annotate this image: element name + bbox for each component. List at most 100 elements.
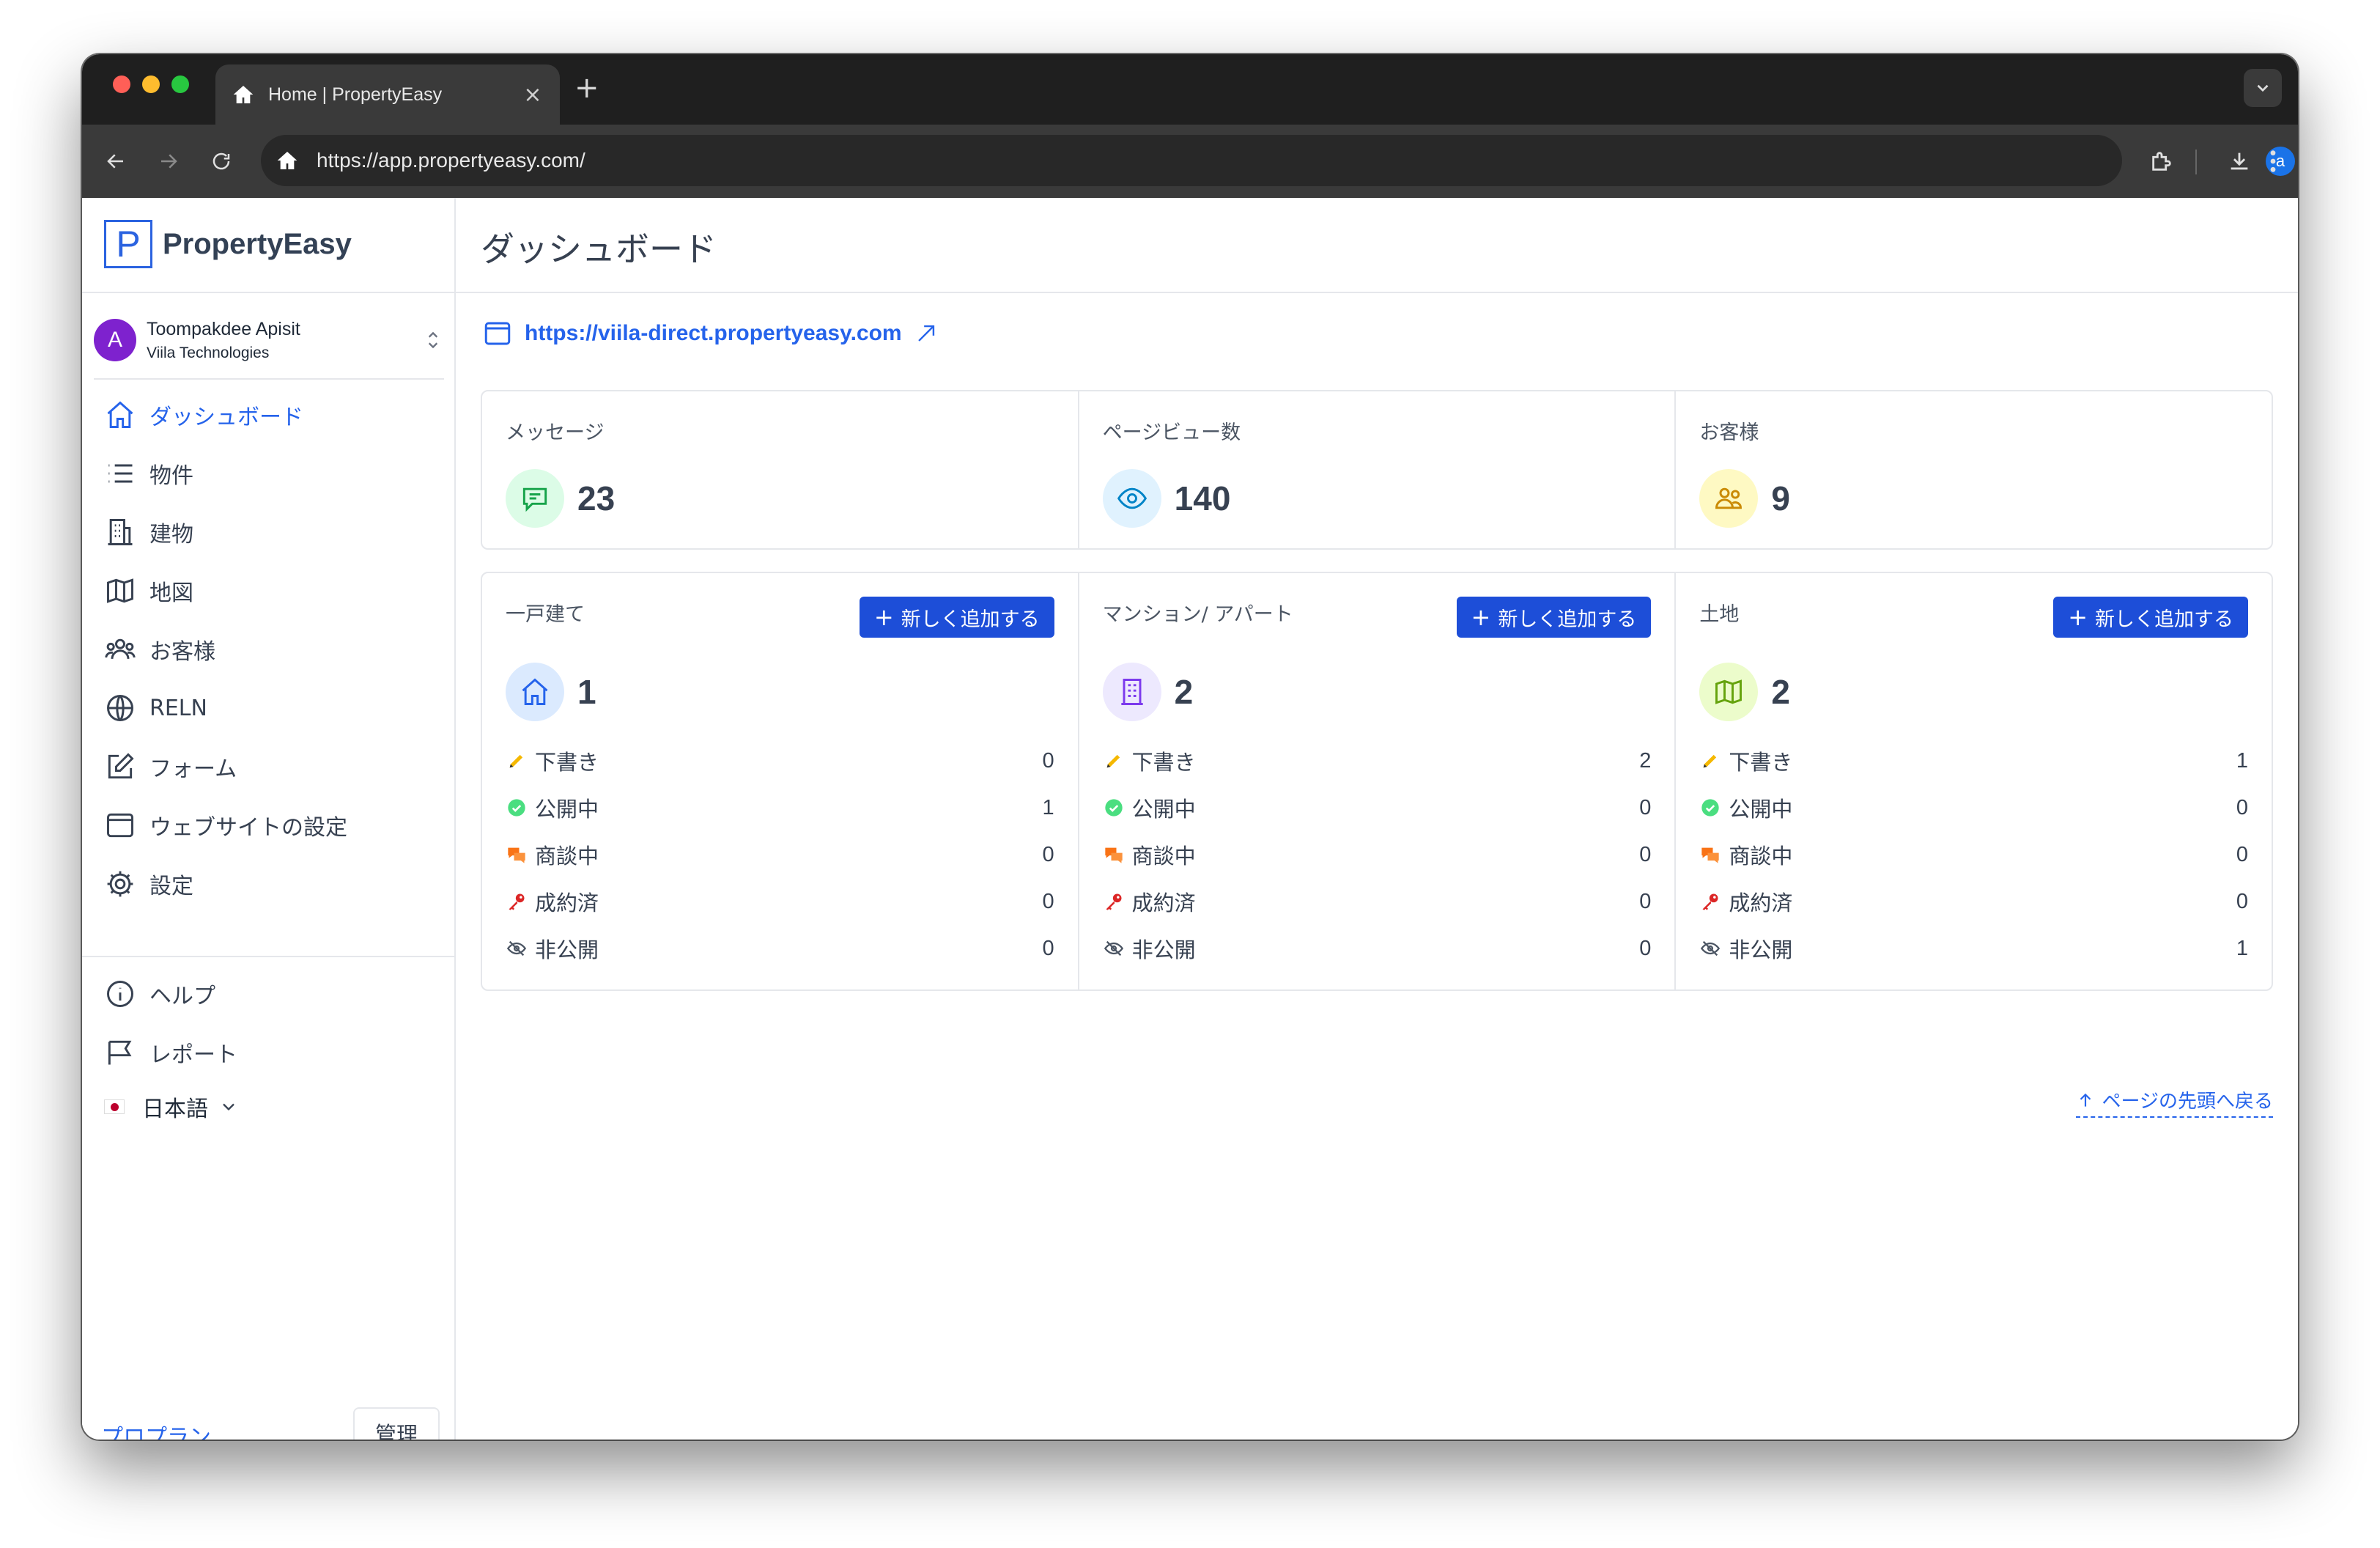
sidebar-item-settings[interactable]: 設定 [94,855,444,913]
browser-window-icon [107,813,133,838]
main-content: ダッシュボード https://viila-direct.propertyeas… [456,198,2298,1440]
close-window-button[interactable] [113,75,130,93]
status-count: 0 [1042,748,1054,773]
status-row-private[interactable]: 非公開 0 [506,925,1054,972]
brand[interactable]: P PropertyEasy [104,220,352,268]
browser-tab[interactable]: Home | PropertyEasy × [215,64,560,125]
home-favicon-icon [233,86,254,103]
main-nav: ダッシュボード 物件 建物 地図 お客様 RELN フォーム ウェブサイトの設定… [94,386,444,913]
browser-window: Home | PropertyEasy × + https://app.prop… [82,54,2298,1440]
puzzle-icon [2152,152,2171,171]
status-label: 下書き [535,750,599,775]
status-count: 0 [2236,842,2249,866]
check-circle-icon [1103,797,1125,819]
stat-value: 140 [1174,479,1231,517]
website-url: https://viila-direct.propertyeasy.com [525,321,902,345]
stat-card-customers[interactable]: お客様 9 [1676,391,2272,548]
check-circle-icon [506,797,528,819]
minimize-window-button[interactable] [142,75,160,93]
back-button[interactable] [100,145,132,177]
sidebar-item-help[interactable]: ヘルプ [94,965,444,1023]
status-list: 下書き 2 公開中 0 商談中 0 成約済 0 非公開 0 [1103,737,1651,972]
language-selector[interactable]: 日本語 [104,1091,239,1123]
users-icon [105,638,136,659]
status-label: 非公開 [1729,937,1793,962]
status-label: 商談中 [535,844,599,869]
sidebar-item-reln[interactable]: RELN [94,679,444,737]
browser-toolbar: https://app.propertyeasy.com/ a [82,125,2298,198]
status-row-published[interactable]: 公開中 1 [506,784,1054,831]
status-row-published[interactable]: 公開中 0 [1103,784,1651,831]
language-label: 日本語 [142,1096,208,1122]
sidebar-item-dashboard[interactable]: ダッシュボード [94,386,444,444]
status-row-negotiating[interactable]: 商談中 0 [1103,831,1651,878]
status-list: 下書き 0 公開中 1 商談中 0 成約済 0 非公開 0 [506,737,1054,972]
status-row-draft[interactable]: 下書き 2 [1103,737,1651,784]
add-new-button[interactable]: + 新しく追加する [2053,597,2249,638]
website-link[interactable]: https://viila-direct.propertyeasy.com [482,318,939,349]
status-row-negotiating[interactable]: 商談中 0 [1699,831,2248,878]
browser-menu-button[interactable] [2258,142,2288,180]
add-new-button[interactable]: + 新しく追加する [859,597,1054,638]
back-to-top-link[interactable]: ページの先頭へ戻る [2075,1086,2273,1118]
chevron-down-icon [223,1103,234,1111]
chevron-up-down-icon [428,331,438,349]
sidebar-item-label: 物件 [149,463,193,489]
status-row-negotiating[interactable]: 商談中 0 [506,831,1054,878]
brand-name: PropertyEasy [163,227,352,260]
forward-button[interactable] [152,145,185,177]
address-bar[interactable]: https://app.propertyeasy.com/ [261,135,2122,186]
status-row-published[interactable]: 公開中 0 [1699,784,2248,831]
property-card-land: 土地 + 新しく追加する 2 下書き 1 公開中 0 商談中 0 成約済 0 非… [1676,573,2272,989]
property-type-label: 土地 [1699,603,1740,626]
sidebar-item-website-settings[interactable]: ウェブサイトの設定 [94,796,444,855]
tab-search-button[interactable] [2244,69,2282,107]
home-icon [522,678,548,705]
new-tab-button[interactable]: + [574,73,599,103]
stat-label: ページビュー数 [1102,421,1241,444]
toolbar-divider [2195,150,2197,174]
browser-window-icon [484,322,511,345]
sidebar-item-label: 建物 [149,522,193,548]
add-new-button[interactable]: + 新しく追加する [1456,597,1652,638]
status-row-private[interactable]: 非公開 0 [1103,925,1651,972]
maximize-window-button[interactable] [171,75,189,93]
stat-card-pageviews[interactable]: ページビュー数 140 [1079,391,1677,548]
downloads-button[interactable] [2220,142,2258,180]
status-row-draft[interactable]: 下書き 0 [506,737,1054,784]
stat-card-messages[interactable]: メッセージ 23 [482,391,1079,548]
account-switcher[interactable]: A Toompakdee Apisit Viila Technologies [94,302,444,378]
extensions-button[interactable] [2143,142,2181,180]
pencil-icon [1699,750,1721,772]
sidebar-item-buildings[interactable]: 建物 [94,503,444,561]
sidebar-item-label: レポート [149,1042,237,1068]
status-row-private[interactable]: 非公開 1 [1699,925,2248,972]
status-row-closed[interactable]: 成約済 0 [506,878,1054,925]
status-row-closed[interactable]: 成約済 0 [1699,878,2248,925]
property-icon-badge [1102,663,1161,721]
status-label: 下書き [1729,750,1793,775]
add-new-label: 新しく追加する [2095,608,2234,631]
reload-icon [212,152,230,170]
status-count: 0 [2236,795,2249,819]
status-row-draft[interactable]: 下書き 1 [1699,737,2248,784]
pencil-icon [1103,750,1125,772]
manage-button[interactable]: 管理 [353,1407,440,1440]
reload-button[interactable] [205,145,237,177]
plan-link[interactable]: プロプラン [101,1419,211,1440]
sidebar-item-forms[interactable]: フォーム [94,737,444,796]
user-avatar: A [94,319,136,361]
status-label: 成約済 [1131,891,1196,915]
globe-icon [107,695,133,721]
status-count: 1 [2236,936,2249,960]
home-site-icon [277,152,298,169]
status-row-closed[interactable]: 成約済 0 [1103,878,1651,925]
sidebar-item-properties[interactable]: 物件 [94,444,444,503]
sidebar-item-customers[interactable]: お客様 [94,620,444,679]
stat-icon-badge [506,469,564,528]
sidebar-item-map[interactable]: 地図 [94,561,444,620]
sidebar-item-report[interactable]: レポート [94,1023,444,1082]
eye-slash-icon [1103,937,1125,959]
close-tab-icon[interactable]: × [522,82,544,108]
users-icon [1715,487,1742,509]
